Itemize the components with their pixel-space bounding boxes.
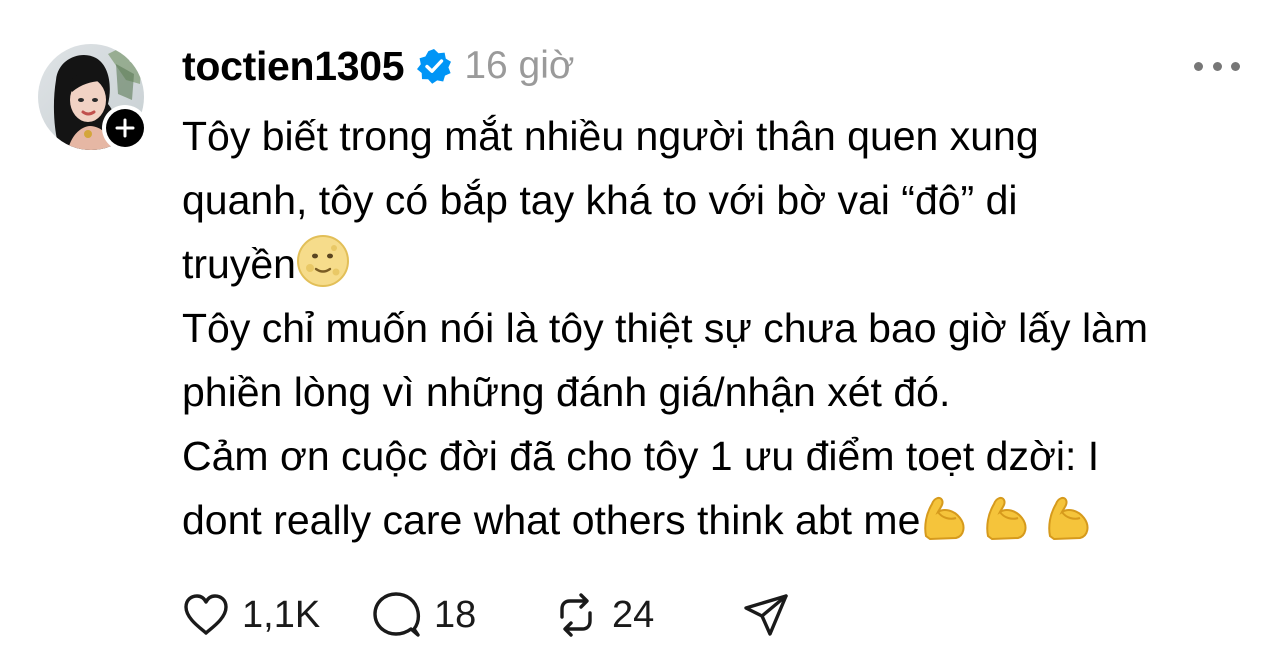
like-count: 1,1K [242,593,321,636]
post-paragraph-3: Cảm ơn cuộc đời đã cho tôy 1 ưu điểm toẹ… [182,424,1272,552]
post-paragraph-2: Tôy chỉ muốn nói là tôy thiệt sự chưa ba… [182,296,1272,424]
ellipsis-icon [1194,61,1203,71]
like-button[interactable]: 1,1K [182,593,372,637]
post-time: 16 giờ [464,44,575,87]
post-line: quanh, tôy có bắp tay khá to với bờ vai … [182,177,1018,223]
verified-badge-icon [417,49,452,84]
post-body: Tôy biết trong mắt nhiều người thân quen… [182,104,1272,552]
post-line: Cảm ơn cuộc đời đã cho tôy 1 ưu điểm toẹ… [182,433,1100,479]
post-actions: 1,1K 18 24 [182,588,790,642]
post-line: Tôy biết trong mắt nhiều người thân quen… [182,113,1039,159]
repost-count: 24 [612,593,655,636]
repost-button[interactable]: 24 [552,591,742,639]
send-icon [744,594,788,636]
ellipsis-dot [1231,61,1240,71]
heart-icon [184,594,228,635]
post-line: truyền [182,241,296,287]
post-line-with-emoji: truyền [182,232,1272,296]
share-button[interactable] [742,592,790,638]
follow-button[interactable] [102,105,148,151]
post-paragraph-1: Tôy biết trong mắt nhiều người thân quen… [182,104,1272,296]
username[interactable]: toctien1305 [182,43,405,90]
comment-button[interactable]: 18 [372,591,552,639]
post-line: dont really care what others think abt m… [182,497,921,543]
more-options-button[interactable] [1194,52,1240,80]
post-line: Tôy chỉ muốn nói là tôy thiệt sự chưa ba… [182,305,1149,351]
post-line-with-emoji: dont really care what others think abt m… [182,488,1272,552]
post-line: phiền lòng vì những đánh giá/nhận xét đó… [182,369,951,415]
repost-icon [560,593,592,637]
post-header: toctien1305 16 giờ [182,38,574,94]
ellipsis-dot [1212,61,1222,71]
comment-icon [373,592,421,637]
comment-count: 18 [434,593,477,636]
plus-icon [115,118,135,138]
flexed-biceps-icon [924,496,1089,541]
follow-badge-inner [106,109,144,147]
full-moon-face-icon [296,235,349,287]
avatar-container [38,44,148,151]
